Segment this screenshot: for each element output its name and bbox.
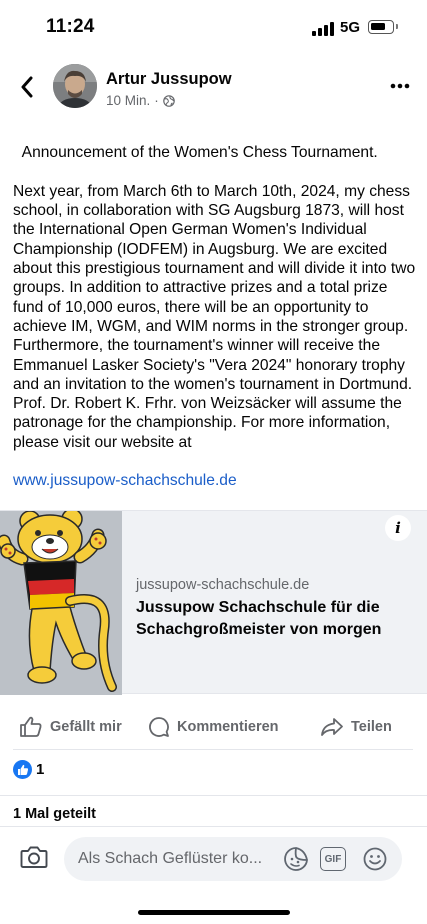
like-reaction-icon	[13, 760, 32, 779]
post-text: Announcement of the Women's Chess Tourna…	[13, 144, 416, 451]
share-arrow-icon	[321, 718, 343, 736]
share-count[interactable]: 1 Mal geteilt	[13, 806, 96, 822]
link-preview-domain: jussupow-schachschule.de	[136, 577, 310, 593]
post-meta: 10 Min. ·	[106, 93, 175, 108]
comment-label: Kommentieren	[177, 719, 279, 735]
link-preview-card[interactable]: i jussupow-schachschule.de Jussupow Scha…	[0, 510, 427, 695]
comment-button[interactable]: Kommentieren	[148, 716, 279, 738]
battery-icon	[368, 20, 398, 34]
globe-icon	[162, 94, 175, 107]
emoji-button[interactable]	[362, 846, 388, 877]
sticker-button[interactable]	[283, 846, 309, 877]
share-label: Teilen	[351, 719, 392, 735]
comment-composer: Als Schach Geflüster ko... GIF	[0, 826, 427, 890]
like-label: Gefällt mir	[50, 719, 122, 735]
info-button[interactable]: i	[385, 515, 411, 541]
info-icon: i	[395, 519, 401, 537]
more-options-button[interactable]	[385, 74, 415, 98]
mascot-image	[0, 511, 122, 695]
emoji-icon	[363, 847, 387, 871]
post-timestamp[interactable]: 10 Min.	[106, 93, 150, 108]
post-action-bar: Gefällt mir Kommentieren Teilen	[13, 706, 413, 750]
camera-icon	[20, 846, 48, 868]
sticker-icon	[284, 847, 308, 871]
comment-input[interactable]: Als Schach Geflüster ko... GIF	[64, 837, 402, 881]
link-preview-image	[0, 511, 122, 695]
website-link[interactable]: www.jussupow-schachschule.de	[13, 471, 419, 490]
cellular-signal-icon	[312, 22, 334, 36]
share-button[interactable]: Teilen	[320, 716, 392, 738]
link-preview-title: Jussupow Schachschule für die Schachgroß…	[136, 599, 382, 638]
comment-placeholder: Als Schach Geflüster ko...	[78, 850, 263, 867]
author-avatar[interactable]	[53, 64, 97, 108]
gif-button[interactable]: GIF	[320, 847, 346, 871]
divider	[0, 795, 427, 796]
status-time: 11:24	[46, 16, 95, 37]
comment-bubble-icon	[149, 717, 169, 737]
post-body: Announcement of the Women's Chess Tourna…	[13, 124, 419, 510]
home-indicator[interactable]	[138, 910, 290, 915]
more-horizontal-icon	[390, 83, 410, 89]
camera-button[interactable]	[20, 845, 48, 874]
thumbs-up-icon	[20, 716, 42, 737]
battery-level	[371, 23, 385, 30]
author-name[interactable]: Artur Jussupow	[106, 70, 232, 89]
network-type: 5G	[340, 19, 361, 36]
reaction-count: 1	[36, 761, 45, 778]
like-button[interactable]: Gefällt mir	[19, 716, 122, 738]
meta-separator: ·	[154, 93, 159, 108]
status-bar: 11:24 5G	[0, 0, 427, 56]
chevron-left-icon	[21, 76, 33, 98]
reaction-summary[interactable]: 1	[13, 760, 44, 779]
post-header: Artur Jussupow 10 Min. ·	[0, 60, 427, 116]
back-button[interactable]	[12, 72, 42, 102]
gif-icon: GIF	[324, 853, 342, 865]
